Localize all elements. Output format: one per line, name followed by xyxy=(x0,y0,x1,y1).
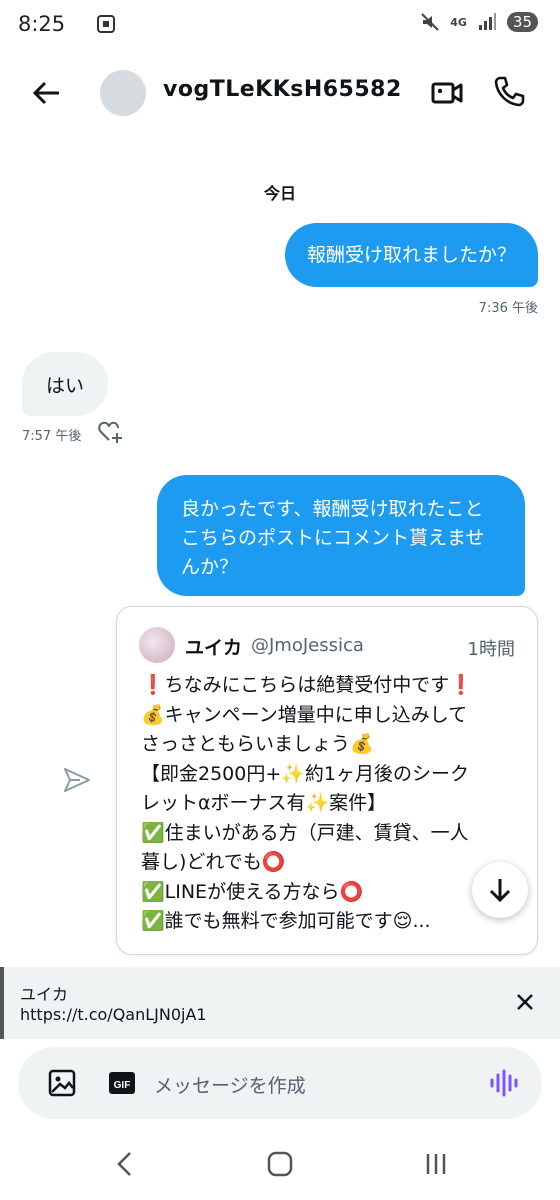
gif-icon[interactable]: GIF xyxy=(108,1069,136,1097)
conversation-username[interactable]: vogTLeKKsH65582 xyxy=(163,77,402,102)
message-bubble-received[interactable]: はい xyxy=(22,352,109,416)
screenshot-icon xyxy=(97,15,115,33)
battery-indicator: 35 xyxy=(506,12,538,32)
post-line: 💰キャンペーン増量中に申し込みして xyxy=(141,703,468,726)
link-preview-url: https://t.co/QanLJN0jA1 xyxy=(20,1005,207,1024)
date-separator: 今日 xyxy=(263,184,296,203)
message-bubble-sent[interactable]: 良かったです、報酬受け取れたこと こちらのポストにコメント貰えませ んか？ xyxy=(157,475,525,596)
nav-recents-icon[interactable] xyxy=(424,1150,448,1178)
nav-home-icon[interactable] xyxy=(266,1150,294,1178)
message-text: はい xyxy=(46,374,85,397)
close-icon[interactable] xyxy=(514,991,536,1013)
link-preview-accent-bar xyxy=(0,967,4,1039)
mute-icon xyxy=(421,13,439,31)
video-call-icon[interactable] xyxy=(430,76,464,110)
message-input[interactable]: メッセージを作成 xyxy=(154,1071,306,1098)
post-line: 暮し)どれでも⭕ xyxy=(141,851,286,873)
link-preview-title: ユイカ xyxy=(20,985,69,1004)
phone-call-icon[interactable] xyxy=(492,74,526,108)
add-reaction-icon[interactable] xyxy=(98,420,124,444)
post-time: 1時間 xyxy=(467,639,515,660)
svg-text:GIF: GIF xyxy=(114,1080,131,1091)
message-composer: GIF メッセージを作成 xyxy=(18,1047,542,1119)
message-text-line: こちらのポストにコメント貰えませ xyxy=(181,527,485,549)
status-right: 4G 35 xyxy=(420,12,538,32)
network-label: 4G xyxy=(450,15,467,29)
scroll-down-button[interactable] xyxy=(472,862,528,918)
post-line: 【即金2500円+✨約1ヶ月後のシーク xyxy=(141,762,470,785)
message-text-line: 良かったです、報酬受け取れたこと xyxy=(181,498,484,520)
message-timestamp: 7:57 午後 xyxy=(22,429,82,444)
post-line: ✅住まいがある方（戸建、賃貸、一人 xyxy=(141,821,469,844)
image-icon[interactable] xyxy=(48,1069,76,1097)
post-line: ✅誰でも無料で参加可能です😌... xyxy=(141,910,431,932)
signal-icon xyxy=(478,13,496,30)
nav-back-icon[interactable] xyxy=(114,1150,136,1178)
conversation-header: vogTLeKKsH65582 xyxy=(0,50,560,136)
post-body: ❗ちなみにこちらは絶賛受付中です❗ 💰キャンペーン増量中に申し込みして さっさと… xyxy=(141,671,511,937)
message-bubble-sent[interactable]: 報酬受け取れましたか？ xyxy=(284,223,538,287)
arrow-down-icon xyxy=(489,879,511,903)
status-time: 8:25 xyxy=(18,12,66,36)
share-icon[interactable] xyxy=(62,766,92,794)
link-preview-attachment: ユイカ https://t.co/QanLJN0jA1 xyxy=(0,967,560,1039)
voice-message-icon[interactable] xyxy=(488,1067,520,1099)
message-text: 報酬受け取れましたか？ xyxy=(306,243,516,266)
post-line: ✅LINEが使える方なら⭕ xyxy=(141,880,364,903)
post-line: レットαボーナス有✨案件】 xyxy=(141,792,387,814)
back-arrow-icon[interactable] xyxy=(30,76,64,110)
post-line: ❗ちなみにこちらは絶賛受付中です❗ xyxy=(141,674,473,696)
system-navigation-bar xyxy=(0,1130,560,1200)
message-timestamp: 7:36 午後 xyxy=(478,301,538,316)
avatar[interactable] xyxy=(100,70,146,116)
status-bar: 8:25 4G 35 xyxy=(0,0,560,50)
post-author-handle: @JmoJessica xyxy=(251,635,364,656)
message-text-line: んか？ xyxy=(181,556,239,578)
post-author-avatar xyxy=(139,627,175,663)
post-author-name: ユイカ xyxy=(185,637,243,659)
post-line: さっさともらいましょう💰 xyxy=(141,733,374,755)
